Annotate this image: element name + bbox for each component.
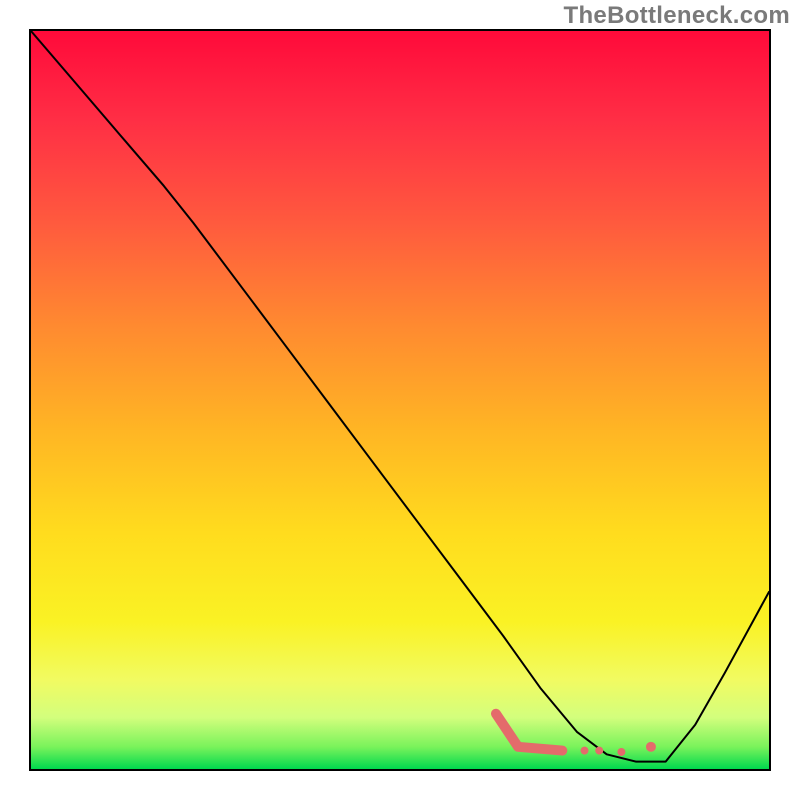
- highlight-dot: [646, 742, 656, 752]
- highlight-dot: [595, 747, 603, 755]
- highlight-dot: [581, 747, 589, 755]
- watermark-label: TheBottleneck.com: [564, 2, 790, 30]
- curve-line: [31, 31, 769, 762]
- chart-overlay: [31, 31, 769, 769]
- highlight-dot: [617, 748, 625, 756]
- chart-frame: TheBottleneck.com: [0, 0, 800, 800]
- highlight-markers: [496, 714, 656, 756]
- highlight-stroke: [496, 714, 562, 751]
- plot-area: [29, 29, 771, 771]
